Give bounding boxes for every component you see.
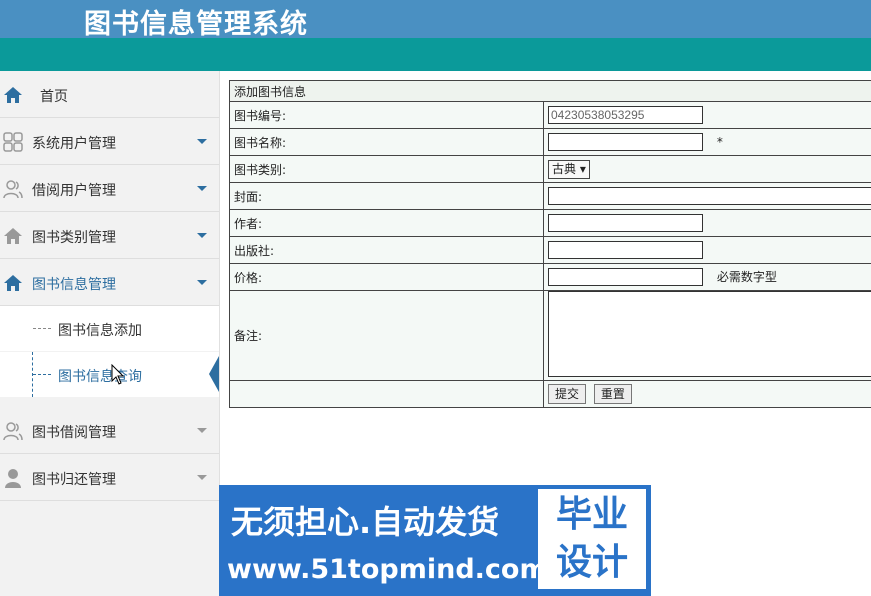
chevron-down-icon [197, 428, 207, 433]
field-label: 图书编号: [229, 101, 544, 129]
publisher-input[interactable] [548, 241, 703, 259]
home-icon [4, 228, 22, 244]
sidebar-item-system-users[interactable]: 系统用户管理 [0, 118, 219, 165]
main-content: 添加图书信息 图书编号: 图书名称: * 图书类别: 古典 ▾ 封面: 作者: … [229, 80, 871, 408]
home-icon [4, 275, 22, 291]
book-name-input[interactable] [548, 133, 703, 151]
sidebar-subitem-label: 图书信息查询 [58, 369, 142, 385]
header-bar: 图书信息管理系统 [0, 0, 871, 40]
active-indicator [209, 356, 219, 392]
cover-input[interactable] [548, 187, 871, 205]
field-label: 图书类别: [229, 155, 544, 183]
ad-line1: 无须担心.自动发货 [231, 503, 500, 541]
field-label: 备注: [229, 290, 544, 381]
sidebar-item-home[interactable]: 首页 [0, 71, 219, 118]
reset-button[interactable]: 重置 [593, 384, 632, 404]
sidebar-item-label: 系统用户管理 [32, 136, 116, 152]
price-input[interactable] [548, 268, 703, 286]
remark-textarea[interactable] [548, 291, 871, 377]
field-label: 作者: [229, 209, 544, 237]
ad-line2: www.51topmind.com [227, 554, 548, 585]
field-label: 图书名称: [229, 128, 544, 156]
add-book-form: 添加图书信息 图书编号: 图书名称: * 图书类别: 古典 ▾ 封面: 作者: … [229, 80, 871, 408]
chevron-down-icon [197, 233, 207, 238]
sidebar-item-label: 借阅用户管理 [32, 183, 116, 199]
home-icon [4, 87, 22, 103]
sidebar-item-book-info[interactable]: 图书信息管理 [0, 259, 219, 306]
teal-bar [0, 38, 871, 71]
submit-button[interactable]: 提交 [548, 384, 587, 404]
book-id-input[interactable] [548, 106, 703, 124]
chevron-down-icon [197, 475, 207, 480]
ad-box: 毕业 设计 [538, 489, 646, 589]
sidebar-item-label: 图书信息管理 [32, 277, 116, 293]
empty-cell [229, 380, 544, 408]
field-label: 封面: [229, 182, 544, 210]
sidebar-item-borrow-users[interactable]: 借阅用户管理 [0, 165, 219, 212]
ad-banner[interactable]: 无须担心.自动发货 www.51topmind.com 毕业 设计 [219, 485, 651, 596]
sidebar-item-label: 图书归还管理 [32, 472, 116, 488]
ad-box-line2: 设计 [555, 542, 628, 583]
category-select[interactable]: 古典 ▾ [548, 159, 590, 179]
category-value: 古典 [552, 161, 577, 176]
sidebar-subitem-query[interactable]: 图书信息查询 [0, 352, 219, 397]
grid-icon [3, 132, 23, 152]
dropdown-arrow-icon: ▾ [579, 161, 586, 176]
sidebar: 首页 系统用户管理 借阅用户管理 图书类别管理 图书信息管理 图书信息添加 图书… [0, 71, 220, 596]
users-icon [3, 180, 23, 199]
ad-box-line1: 毕业 [555, 494, 628, 535]
sidebar-item-label: 首页 [40, 89, 68, 105]
chevron-down-icon [197, 280, 207, 285]
tree-line [33, 374, 51, 375]
required-mark: * [716, 135, 723, 149]
sidebar-subitem-label: 图书信息添加 [58, 323, 142, 339]
sidebar-item-label: 图书类别管理 [32, 230, 116, 246]
mouse-cursor-icon [111, 364, 125, 385]
field-label: 出版社: [229, 236, 544, 264]
chevron-down-icon [197, 186, 207, 191]
user-icon [5, 469, 21, 488]
tree-line [33, 328, 51, 329]
form-title: 添加图书信息 [229, 80, 871, 102]
sidebar-item-return[interactable]: 图书归还管理 [0, 454, 219, 501]
users-icon [3, 422, 23, 441]
sidebar-item-category[interactable]: 图书类别管理 [0, 212, 219, 259]
author-input[interactable] [548, 214, 703, 232]
chevron-down-icon [197, 139, 207, 144]
sidebar-item-label: 图书借阅管理 [32, 425, 116, 441]
sidebar-item-borrow[interactable]: 图书借阅管理 [0, 407, 219, 454]
field-label: 价格: [229, 263, 544, 291]
price-hint: 必需数字型 [716, 270, 777, 284]
sidebar-subitem-add[interactable]: 图书信息添加 [0, 306, 219, 351]
app-title: 图书信息管理系统 [84, 9, 308, 40]
